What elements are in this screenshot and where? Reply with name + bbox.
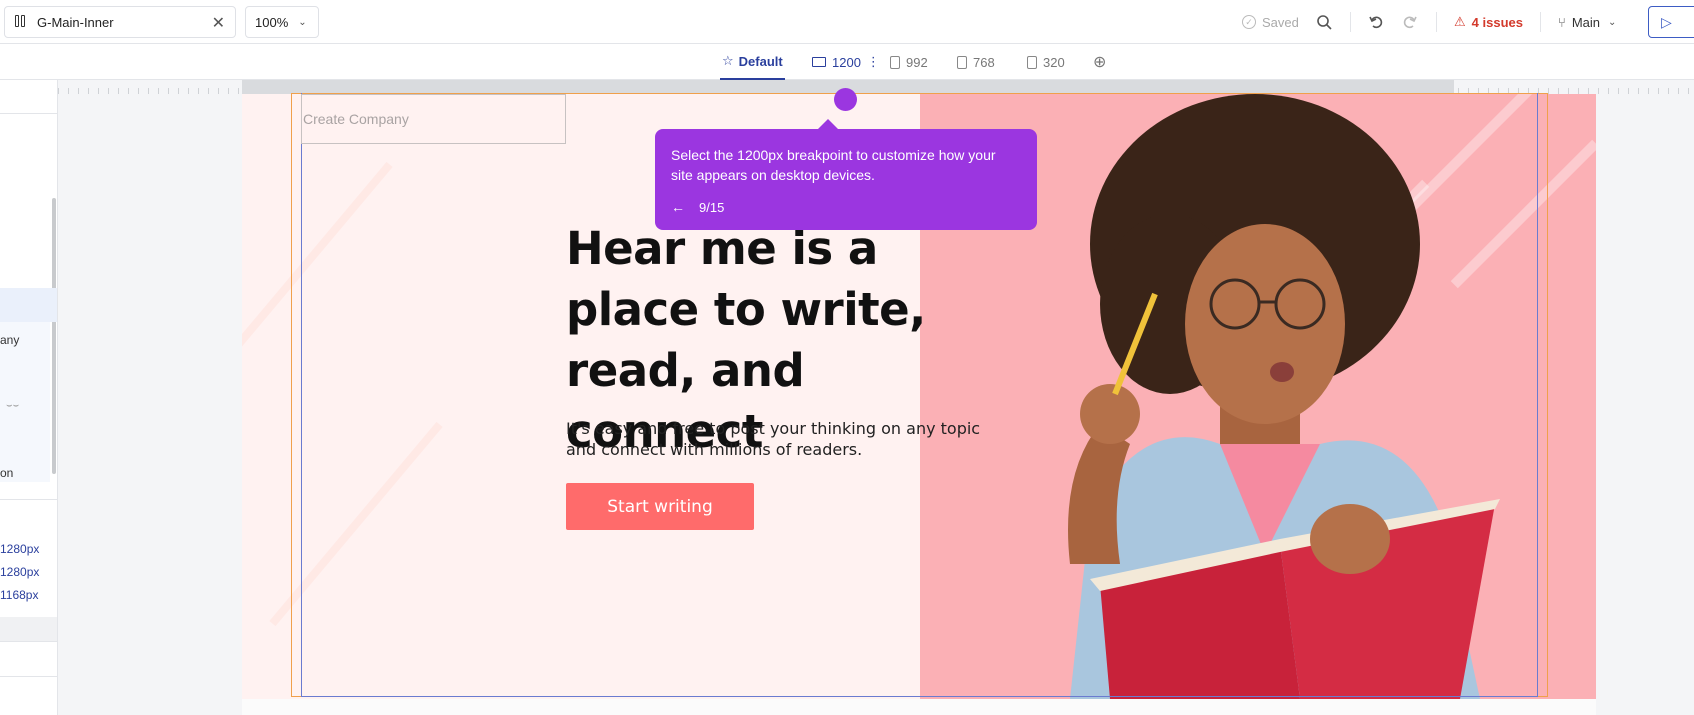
branch-select[interactable]: ⑂ Main ⌄ bbox=[1558, 0, 1616, 44]
breakpoint-1200-label: 1200 bbox=[832, 54, 861, 70]
tablet-landscape-icon bbox=[890, 55, 900, 69]
eye-off-icon[interactable]: ⌣⌣ bbox=[6, 400, 19, 411]
top-toolbar: G-Main-Inner ✕ 100% ⌄ ✓ Saved ⚠ 4 issues… bbox=[0, 0, 1694, 44]
search-icon[interactable] bbox=[1316, 0, 1332, 44]
arrow-left-icon[interactable]: ← bbox=[671, 199, 685, 215]
tooltip-caret bbox=[818, 119, 838, 129]
breakpoint-992[interactable]: 992 bbox=[890, 44, 928, 80]
page-tab-label: G-Main-Inner bbox=[37, 14, 114, 30]
chevron-down-icon: ⌄ bbox=[298, 16, 307, 28]
toolbar-divider bbox=[1540, 12, 1541, 32]
decor-stripe bbox=[242, 161, 393, 367]
issues-label: 4 issues bbox=[1471, 14, 1523, 30]
scrollbar[interactable] bbox=[52, 198, 56, 474]
redo-icon[interactable] bbox=[1402, 0, 1418, 44]
breakpoint-320[interactable]: 320 bbox=[1027, 44, 1065, 80]
breakpoint-1200[interactable]: 1200 ⋮ bbox=[812, 44, 880, 80]
breakpoint-768[interactable]: 768 bbox=[957, 44, 995, 80]
section-header bbox=[0, 617, 57, 641]
create-company-input[interactable] bbox=[301, 94, 566, 144]
width-value[interactable]: 1168px bbox=[0, 588, 38, 602]
left-panel: any ⌣⌣ on 1280px 1280px 1168px bbox=[0, 80, 58, 715]
preview-button[interactable]: ▷ bbox=[1648, 6, 1694, 38]
divider bbox=[0, 499, 57, 500]
layer-label[interactable]: any bbox=[0, 333, 19, 347]
issues-button[interactable]: ⚠ 4 issues bbox=[1454, 0, 1523, 44]
selected-layer-row[interactable] bbox=[0, 288, 57, 322]
saved-status: ✓ Saved bbox=[1242, 0, 1299, 44]
width-value[interactable]: 1280px bbox=[0, 542, 39, 556]
tour-tooltip: Select the 1200px breakpoint to customiz… bbox=[655, 119, 1037, 230]
undo-icon[interactable] bbox=[1368, 0, 1384, 44]
mobile-icon bbox=[1027, 55, 1037, 69]
add-breakpoint-icon[interactable]: ⊕ bbox=[1093, 44, 1106, 80]
decor-stripe bbox=[269, 421, 443, 627]
branch-icon: ⑂ bbox=[1558, 14, 1566, 30]
toolbar-divider bbox=[1436, 12, 1437, 32]
width-value[interactable]: 1280px bbox=[0, 565, 39, 579]
divider bbox=[0, 113, 57, 114]
breakpoint-320-label: 320 bbox=[1043, 54, 1065, 70]
saved-label: Saved bbox=[1262, 14, 1299, 30]
play-icon: ▷ bbox=[1661, 13, 1672, 30]
more-vertical-icon[interactable]: ⋮ bbox=[867, 54, 880, 70]
close-icon[interactable]: ✕ bbox=[212, 13, 225, 33]
layer-label[interactable]: on bbox=[0, 466, 13, 480]
page-tab[interactable]: G-Main-Inner ✕ bbox=[4, 6, 236, 38]
star-icon: ☆ bbox=[722, 53, 734, 68]
breakpoint-default-label: Default bbox=[738, 53, 783, 69]
start-writing-button[interactable]: Start writing bbox=[566, 483, 754, 530]
desktop-icon bbox=[812, 57, 826, 67]
tablet-icon bbox=[957, 55, 967, 69]
canvas-bottom bbox=[242, 699, 1596, 715]
divider bbox=[0, 676, 57, 677]
tooltip-step: 9/15 bbox=[699, 199, 725, 215]
breakpoint-bar: ☆ Default 1200 ⋮ 992 768 320 ⊕ bbox=[0, 44, 1694, 80]
warning-icon: ⚠ bbox=[1454, 14, 1466, 29]
divider bbox=[0, 641, 57, 642]
branch-label: Main bbox=[1571, 14, 1600, 30]
chevron-down-icon: ⌄ bbox=[1608, 16, 1617, 28]
zoom-select[interactable]: 100% ⌄ bbox=[245, 6, 319, 38]
zoom-value: 100% bbox=[255, 14, 289, 30]
check-circle-icon: ✓ bbox=[1242, 15, 1256, 29]
breakpoint-768-label: 768 bbox=[973, 54, 995, 70]
canvas-ruler bbox=[58, 80, 1694, 94]
columns-icon bbox=[15, 15, 29, 29]
tooltip-nav: ← 9/15 bbox=[671, 199, 1021, 215]
tour-beacon[interactable] bbox=[834, 88, 857, 111]
breakpoint-992-label: 992 bbox=[906, 54, 928, 70]
tooltip-message: Select the 1200px breakpoint to customiz… bbox=[671, 147, 996, 183]
hero-subtext[interactable]: It's easy and free to post your thinking… bbox=[566, 418, 986, 460]
toolbar-divider bbox=[1350, 12, 1351, 32]
breakpoint-default[interactable]: ☆ Default bbox=[720, 44, 785, 80]
